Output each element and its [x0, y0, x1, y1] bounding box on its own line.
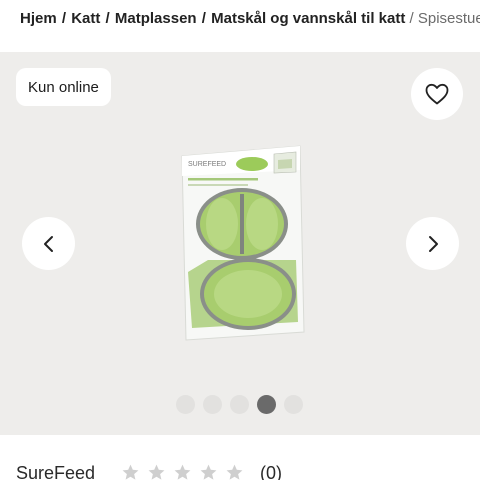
- chevron-left-icon: [43, 235, 53, 252]
- breadcrumb: Hjem / Katt / Matplassen / Matskål og va…: [0, 0, 480, 52]
- previous-image-button[interactable]: [22, 217, 75, 270]
- heart-outline-icon: [425, 83, 449, 105]
- online-only-label: Kun online: [28, 78, 99, 96]
- pagination-dot[interactable]: [284, 395, 303, 414]
- breadcrumb-item-home[interactable]: Hjem: [20, 10, 57, 27]
- breadcrumb-item-matskal[interactable]: Matskål og vannskål til katt: [211, 10, 405, 27]
- star-icon: [226, 464, 243, 480]
- pagination-dot[interactable]: [176, 395, 195, 414]
- rating-stars[interactable]: [121, 463, 244, 480]
- gallery-pagination: [176, 395, 303, 414]
- star-icon: [200, 464, 217, 480]
- star-icon: [148, 464, 165, 480]
- breadcrumb-item-matplassen[interactable]: Matplassen: [115, 10, 197, 27]
- star-icon: [122, 464, 139, 480]
- product-info: SureFeed (0): [0, 435, 480, 480]
- product-brand[interactable]: SureFeed: [16, 463, 95, 480]
- star-icon: [174, 464, 191, 480]
- next-image-button[interactable]: [406, 217, 459, 270]
- product-package-illustration: SUREFEED: [181, 145, 305, 341]
- breadcrumb-current-label: Spisestue: [417, 10, 480, 27]
- breadcrumb-item-katt[interactable]: Katt: [71, 10, 100, 27]
- breadcrumb-separator: /: [61, 10, 71, 27]
- product-image[interactable]: SUREFEED: [178, 142, 306, 342]
- pagination-dot[interactable]: [203, 395, 222, 414]
- pagination-dot[interactable]: [230, 395, 249, 414]
- breadcrumb-current: / Spisestue: [410, 10, 480, 27]
- breadcrumb-separator: /: [201, 10, 211, 27]
- online-only-badge: Kun online: [16, 68, 111, 106]
- chevron-right-icon: [428, 235, 438, 252]
- breadcrumb-separator: /: [105, 10, 114, 27]
- package-brand-mark: SUREFEED: [188, 161, 226, 168]
- product-gallery: Kun online SUREFEED: [0, 52, 480, 435]
- review-count[interactable]: (0): [260, 463, 282, 480]
- favorite-button[interactable]: [411, 68, 463, 120]
- pagination-dot[interactable]: [257, 395, 276, 414]
